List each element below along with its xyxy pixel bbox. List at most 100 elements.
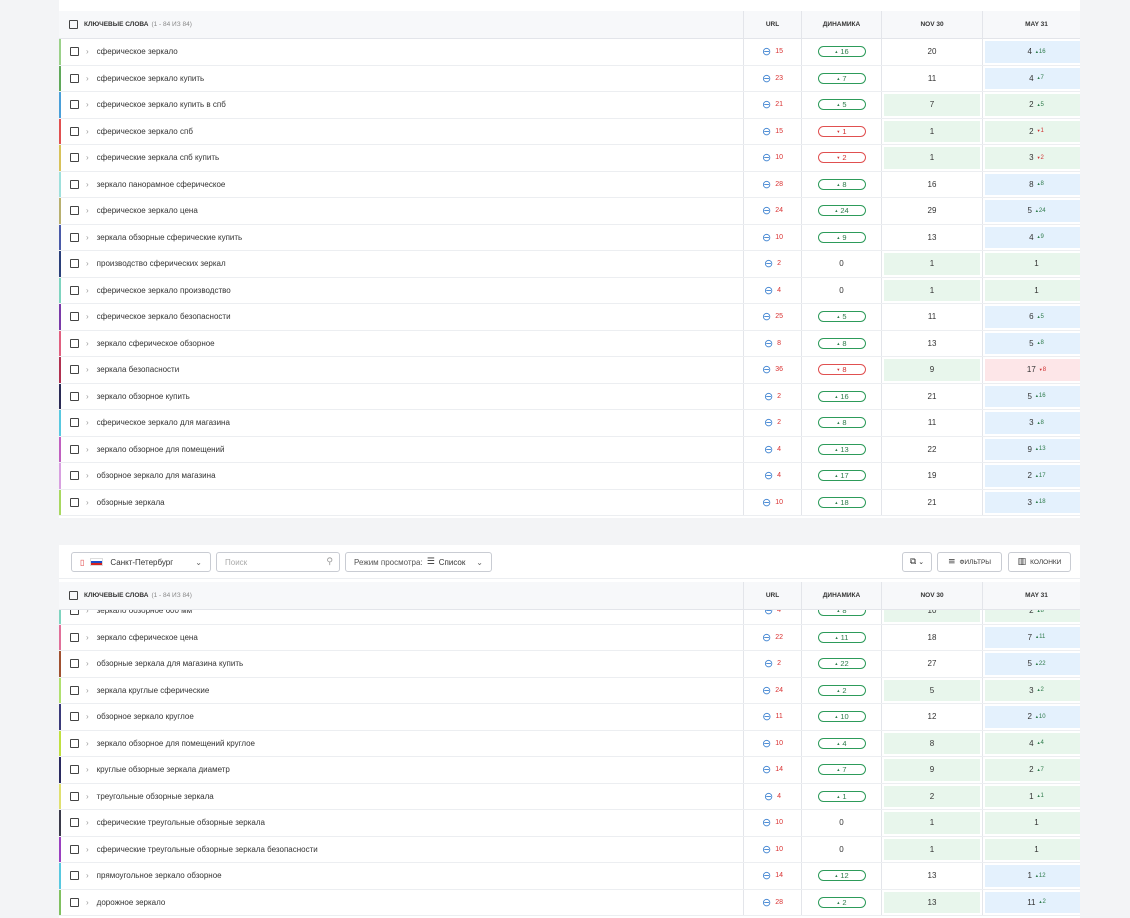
keywords-column-header[interactable]: КЛЮЧЕВЫЕ СЛОВА (1 - 84 ИЗ 84) bbox=[59, 582, 743, 609]
row-checkbox[interactable] bbox=[70, 391, 79, 401]
row-checkbox[interactable] bbox=[70, 206, 79, 216]
link-icon[interactable]: ⊖ bbox=[762, 46, 771, 57]
url-cell[interactable]: ⊖ 24 bbox=[743, 677, 801, 703]
table-row[interactable]: › обзорное зеркало для магазина ⊖ 4 ▲ 17 … bbox=[59, 463, 1080, 490]
expand-chevron-icon[interactable]: › bbox=[86, 498, 89, 507]
url-cell[interactable]: ⊖ 10 bbox=[743, 145, 801, 171]
row-checkbox[interactable] bbox=[70, 179, 79, 189]
link-icon[interactable]: ⊖ bbox=[764, 444, 773, 455]
keyword-text[interactable]: обзорное зеркало для магазина bbox=[97, 471, 216, 480]
link-icon[interactable]: ⊖ bbox=[762, 232, 771, 243]
keyword-text[interactable]: обзорное зеркало круглое bbox=[97, 712, 194, 721]
link-icon[interactable]: ⊖ bbox=[764, 470, 773, 481]
row-checkbox[interactable] bbox=[70, 232, 79, 242]
url-cell[interactable]: ⊖ 2 bbox=[743, 251, 801, 277]
expand-chevron-icon[interactable]: › bbox=[86, 871, 89, 880]
url-cell[interactable]: ⊖ 15 bbox=[743, 39, 801, 65]
link-icon[interactable]: ⊖ bbox=[762, 711, 771, 722]
row-checkbox[interactable] bbox=[70, 444, 79, 454]
row-checkbox[interactable] bbox=[70, 471, 79, 481]
table-row[interactable]: › дорожное зеркало ⊖ 28 ▲ 2 13 11 ▲2 bbox=[59, 889, 1080, 916]
row-checkbox[interactable] bbox=[70, 897, 79, 907]
expand-chevron-icon[interactable]: › bbox=[86, 286, 89, 295]
expand-chevron-icon[interactable]: › bbox=[86, 74, 89, 83]
keyword-text[interactable]: зеркала обзорные сферические купить bbox=[97, 233, 243, 242]
select-all-checkbox[interactable] bbox=[69, 20, 78, 29]
row-checkbox[interactable] bbox=[70, 738, 79, 748]
link-icon[interactable]: ⊖ bbox=[764, 417, 773, 428]
link-icon[interactable]: ⊖ bbox=[762, 364, 771, 375]
expand-chevron-icon[interactable]: › bbox=[86, 153, 89, 162]
link-icon[interactable]: ⊖ bbox=[762, 126, 771, 137]
expand-chevron-icon[interactable]: › bbox=[86, 845, 89, 854]
table-row[interactable]: › зеркала безопасности ⊖ 36 ▼ 8 9 17 ▼8 bbox=[59, 357, 1080, 384]
keyword-text[interactable]: сферическое зеркало безопасности bbox=[97, 312, 231, 321]
expand-chevron-icon[interactable]: › bbox=[86, 312, 89, 321]
keyword-text[interactable]: сферическое зеркало цена bbox=[97, 206, 198, 215]
expand-chevron-icon[interactable]: › bbox=[86, 898, 89, 907]
table-scroll-area[interactable]: › зеркало обзорное 600 мм ⊖ 4 ▲ 8 10 2 ▲8 … bbox=[59, 610, 1080, 918]
link-icon[interactable]: ⊖ bbox=[764, 791, 773, 802]
link-icon[interactable]: ⊖ bbox=[764, 258, 773, 269]
dynamics-column-header[interactable]: ДИНАМИКА bbox=[801, 11, 881, 38]
table-row[interactable]: › зеркало сферическое обзорное ⊖ 8 ▲ 8 13… bbox=[59, 330, 1080, 357]
expand-chevron-icon[interactable]: › bbox=[86, 100, 89, 109]
search-input[interactable]: Поиск ⚲ bbox=[216, 552, 340, 572]
url-cell[interactable]: ⊖ 23 bbox=[743, 65, 801, 91]
keyword-text[interactable]: зеркало сферическое обзорное bbox=[97, 339, 215, 348]
table-row[interactable]: › сферические треугольные обзорные зерка… bbox=[59, 810, 1080, 837]
region-select[interactable]: ▯ Санкт-Петербург ⌄ bbox=[71, 552, 211, 572]
keyword-text[interactable]: зеркало панорамное сферическое bbox=[97, 180, 226, 189]
expand-chevron-icon[interactable]: › bbox=[86, 792, 89, 801]
url-cell[interactable]: ⊖ 4 bbox=[743, 436, 801, 462]
table-row[interactable]: › прямоугольное зеркало обзорное ⊖ 14 ▲ 1… bbox=[59, 863, 1080, 890]
link-icon[interactable]: ⊖ bbox=[762, 632, 771, 643]
link-icon[interactable]: ⊖ bbox=[762, 311, 771, 322]
table-row[interactable]: › сферическое зеркало производство ⊖ 4 0… bbox=[59, 277, 1080, 304]
link-icon[interactable]: ⊖ bbox=[762, 179, 771, 190]
table-row[interactable]: › обзорные зеркала для магазина купить ⊖… bbox=[59, 651, 1080, 678]
date2-column-header[interactable]: MAY 31 bbox=[982, 11, 1080, 38]
select-all-checkbox[interactable] bbox=[69, 591, 78, 600]
expand-chevron-icon[interactable]: › bbox=[86, 339, 89, 348]
table-row[interactable]: › зеркало обзорное для помещений ⊖ 4 ▲ 13… bbox=[59, 436, 1080, 463]
row-checkbox[interactable] bbox=[70, 153, 79, 163]
expand-chevron-icon[interactable]: › bbox=[86, 765, 89, 774]
keyword-text[interactable]: сферические треугольные обзорные зеркала… bbox=[97, 845, 318, 854]
expand-chevron-icon[interactable]: › bbox=[86, 659, 89, 668]
expand-chevron-icon[interactable]: › bbox=[86, 712, 89, 721]
link-icon[interactable]: ⊖ bbox=[762, 205, 771, 216]
row-checkbox[interactable] bbox=[70, 712, 79, 722]
keyword-text[interactable]: сферическое зеркало для магазина bbox=[97, 418, 230, 427]
link-icon[interactable]: ⊖ bbox=[762, 152, 771, 163]
link-icon[interactable]: ⊖ bbox=[764, 391, 773, 402]
url-cell[interactable]: ⊖ 28 bbox=[743, 889, 801, 915]
link-icon[interactable]: ⊖ bbox=[764, 658, 773, 669]
keyword-text[interactable]: обзорные зеркала bbox=[97, 498, 165, 507]
expand-chevron-icon[interactable]: › bbox=[86, 392, 89, 401]
row-checkbox[interactable] bbox=[70, 765, 79, 775]
url-cell[interactable]: ⊖ 4 bbox=[743, 463, 801, 489]
expand-chevron-icon[interactable]: › bbox=[86, 259, 89, 268]
table-row[interactable]: › сферические зеркала спб купить ⊖ 10 ▼ 2… bbox=[59, 145, 1080, 172]
expand-chevron-icon[interactable]: › bbox=[86, 633, 89, 642]
link-icon[interactable]: ⊖ bbox=[762, 685, 771, 696]
table-row[interactable]: › обзорное зеркало круглое ⊖ 11 ▲ 10 12 2… bbox=[59, 704, 1080, 731]
keyword-text[interactable]: сферическое зеркало купить bbox=[97, 74, 205, 83]
link-icon[interactable]: ⊖ bbox=[762, 870, 771, 881]
link-icon[interactable]: ⊖ bbox=[764, 610, 773, 616]
keyword-text[interactable]: производство сферических зеркал bbox=[97, 259, 226, 268]
row-checkbox[interactable] bbox=[70, 312, 79, 322]
expand-chevron-icon[interactable]: › bbox=[86, 47, 89, 56]
keyword-text[interactable]: треугольные обзорные зеркала bbox=[97, 792, 214, 801]
table-row[interactable]: › зеркало сферическое цена ⊖ 22 ▲ 11 18 7… bbox=[59, 624, 1080, 651]
row-checkbox[interactable] bbox=[70, 73, 79, 83]
url-cell[interactable]: ⊖ 2 bbox=[743, 651, 801, 677]
table-row[interactable]: › сферическое зеркало купить ⊖ 23 ▲ 7 11 … bbox=[59, 65, 1080, 92]
table-row[interactable]: › зеркало панорамное сферическое ⊖ 28 ▲ 8… bbox=[59, 171, 1080, 198]
url-cell[interactable]: ⊖ 25 bbox=[743, 304, 801, 330]
date2-column-header[interactable]: MAY 31 bbox=[982, 582, 1080, 609]
link-icon[interactable]: ⊖ bbox=[762, 817, 771, 828]
keyword-text[interactable]: зеркало обзорное купить bbox=[97, 392, 190, 401]
url-cell[interactable]: ⊖ 36 bbox=[743, 357, 801, 383]
